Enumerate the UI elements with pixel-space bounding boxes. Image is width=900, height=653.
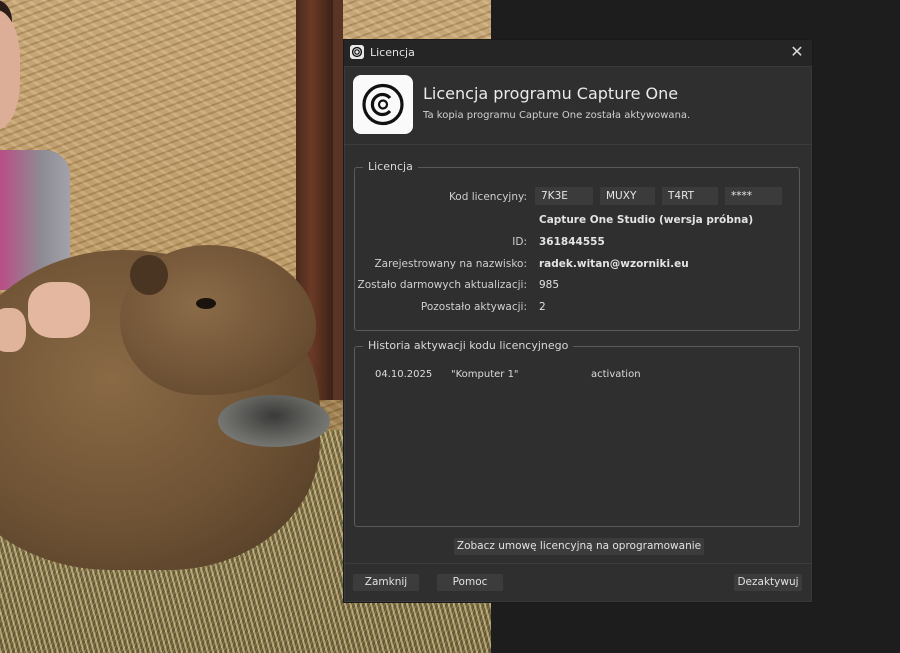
free-updates-label: Zostało darmowych aktualizacji: <box>357 279 527 291</box>
license-key-part-4[interactable]: **** <box>725 187 782 205</box>
child-hand <box>28 282 90 338</box>
history-computer: "Komputer 1" <box>451 369 519 380</box>
license-key-part-3[interactable]: T4RT <box>662 187 718 205</box>
divider <box>344 563 812 564</box>
id-label: ID: <box>512 236 527 248</box>
activations-left-value: 2 <box>539 301 546 313</box>
activations-left-label: Pozostało aktywacji: <box>420 301 527 313</box>
metal-bowl <box>218 395 330 447</box>
help-button[interactable]: Pomoc <box>437 574 503 591</box>
activation-status-text: Ta kopia programu Capture One została ak… <box>423 110 691 121</box>
id-value: 361844555 <box>539 236 605 248</box>
license-key-label: Kod licencyjny: <box>448 191 527 203</box>
child-face <box>0 10 20 130</box>
dialog-heading: Licencja programu Capture One <box>423 84 679 103</box>
activation-history-title: Historia aktywacji kodu licencyjnego <box>363 339 574 352</box>
close-icon[interactable]: ✕ <box>788 42 806 62</box>
title-bar: Licencja ✕ <box>344 40 812 67</box>
wood-post-edge <box>333 0 343 400</box>
history-action: activation <box>591 369 641 380</box>
license-group-title: Licencja <box>363 160 418 173</box>
history-date: 04.10.2025 <box>375 369 433 380</box>
capybara-ear <box>130 255 168 295</box>
registered-label: Zarejestrowany na nazwisko: <box>374 258 527 270</box>
registered-value: radek.witan@wzorniki.eu <box>539 258 689 270</box>
license-dialog: Licencja ✕ Licencja programu Capture One… <box>343 39 813 603</box>
capybara-eye <box>196 298 216 309</box>
license-key-part-1[interactable]: 7K3E <box>535 187 593 205</box>
close-button[interactable]: Zamknij <box>353 574 419 591</box>
free-updates-value: 985 <box>539 279 560 291</box>
product-name: Capture One Studio (wersja próbna) <box>539 214 754 226</box>
capture-one-logo <box>353 75 413 134</box>
license-key-part-2[interactable]: MUXY <box>600 187 655 205</box>
child-hand <box>0 308 26 352</box>
view-eula-button[interactable]: Zobacz umowę licencyjną na oprogramowani… <box>454 538 704 555</box>
capture-one-icon <box>350 45 364 59</box>
divider <box>344 144 812 145</box>
deactivate-button[interactable]: Dezaktywuj <box>734 574 802 591</box>
window-title: Licencja <box>370 46 415 59</box>
